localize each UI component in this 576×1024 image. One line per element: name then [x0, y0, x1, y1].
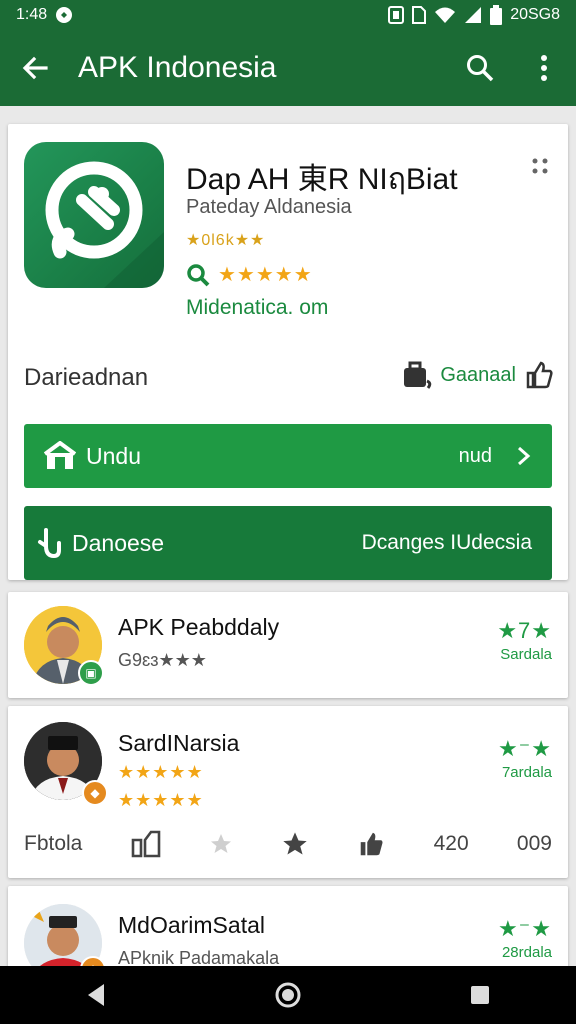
verified-badge-icon: ▣	[78, 660, 104, 686]
app-bar: APK Indonesia	[0, 30, 576, 106]
search-button[interactable]	[448, 30, 512, 106]
reviewer-name: SardINarsia	[118, 730, 240, 756]
search-rating-icon	[187, 263, 210, 286]
install-button-label: Danoese	[72, 529, 165, 556]
star-outline-icon	[210, 834, 231, 853]
system-nav-bar	[0, 966, 576, 1024]
install-button-meta: Dcanges IUdecsia	[361, 531, 532, 554]
chevron-right-icon	[518, 446, 531, 466]
download-button-label: Undu	[86, 442, 141, 469]
review-card[interactable]: ▣ APK Peabddaly G9ɛɜ★★★ ★7★ Sardala	[8, 592, 568, 698]
thumbs-up-icon	[361, 832, 383, 856]
dots-grid-icon	[532, 158, 548, 174]
review-stars: ★⁻★	[497, 736, 552, 761]
more-vert-icon	[541, 55, 547, 81]
more-button[interactable]	[512, 30, 576, 106]
review-rating: ★⁻★ 28rdala	[498, 916, 552, 961]
hand-icon	[38, 528, 61, 558]
download-button-meta: nud	[458, 444, 492, 467]
wifi-icon	[435, 7, 456, 23]
nfc-icon	[388, 6, 405, 24]
briefcase-icon	[404, 361, 432, 389]
back-arrow-icon	[22, 56, 48, 80]
view-count: 009	[516, 832, 552, 855]
review-stars: ★⁻★	[497, 916, 552, 941]
description-label: Darieadnan	[24, 364, 149, 391]
nav-home-button[interactable]	[256, 966, 320, 1024]
reviewer-name: MdOarimSatal	[118, 912, 265, 938]
review-action-row: Fbtola 420 009	[24, 830, 552, 858]
search-icon	[467, 55, 494, 82]
app-rating-row: ★★★★★	[186, 262, 313, 287]
rate-light-button[interactable]	[209, 832, 233, 856]
status-right-text: 20SG8	[510, 6, 560, 23]
page-title: APK Indonesia	[78, 51, 277, 84]
review-stars: ★7★	[497, 618, 552, 643]
like-count: 420	[433, 832, 469, 855]
review-rating: ★⁻★ 7ardala	[498, 736, 552, 781]
reply-icon	[131, 830, 160, 858]
share-action[interactable]: Gaanaal	[402, 360, 554, 390]
circle-notification-icon	[56, 7, 73, 23]
nav-recents-button[interactable]	[448, 966, 512, 1024]
reviewer-stars-2: ★★★★★	[118, 790, 204, 810]
status-bar: 1:48 20SG8	[0, 0, 576, 30]
share-label: Gaanaal	[440, 363, 516, 386]
nav-back-button[interactable]	[64, 966, 128, 1024]
review-count: Sardala	[500, 646, 552, 663]
status-time: 1:48	[16, 6, 48, 23]
download-box-icon	[44, 441, 76, 469]
back-triangle-icon	[88, 984, 104, 1006]
review-action-label: Fbtola	[24, 832, 83, 855]
reviewer-stars-1: ★★★★★	[118, 762, 204, 782]
app-rating-stars: ★★★★★	[218, 264, 313, 286]
signal-icon	[465, 7, 482, 23]
verified-badge-icon: ◆	[82, 780, 108, 806]
review-card[interactable]: ◆ MdOarimSatal APknik Padamakala ★⁻★ 28r…	[8, 886, 568, 976]
download-button[interactable]: Undu nud	[24, 424, 552, 488]
app-detail-card: Dap AH 東R NIฤBiat Pateday Aldanesia ★0l6…	[8, 124, 568, 580]
sim-icon	[412, 6, 427, 24]
card-menu-button[interactable]	[528, 154, 552, 178]
back-button[interactable]	[0, 30, 70, 106]
reviewer-sub: G9ɛɜ★★★	[118, 650, 207, 670]
review-card[interactable]: ◆ SardINarsia ★★★★★ ★★★★★ ★⁻★ 7ardala Fb…	[8, 706, 568, 878]
review-rating: ★7★ Sardala	[497, 618, 552, 663]
star-icon	[283, 832, 307, 855]
recents-square-icon	[471, 986, 489, 1004]
rate-button[interactable]	[281, 830, 309, 858]
review-count: 28rdala	[501, 944, 552, 961]
app-rating-small: ★0l6k★★	[186, 232, 266, 249]
reviewer-name: APK Peabddaly	[118, 614, 280, 640]
battery-icon	[490, 5, 503, 25]
reply-button[interactable]	[131, 830, 161, 858]
install-button[interactable]: Danoese Dcanges IUdecsia	[24, 506, 552, 580]
thumbs-up-icon	[526, 361, 553, 389]
home-circle-icon	[275, 982, 301, 1008]
like-button[interactable]	[357, 830, 385, 858]
app-website-link[interactable]: Midenatica. om	[186, 296, 328, 320]
app-developer[interactable]: Pateday Aldanesia	[186, 196, 352, 219]
app-logo-icon	[24, 142, 164, 288]
review-count: 7ardala	[501, 764, 552, 781]
